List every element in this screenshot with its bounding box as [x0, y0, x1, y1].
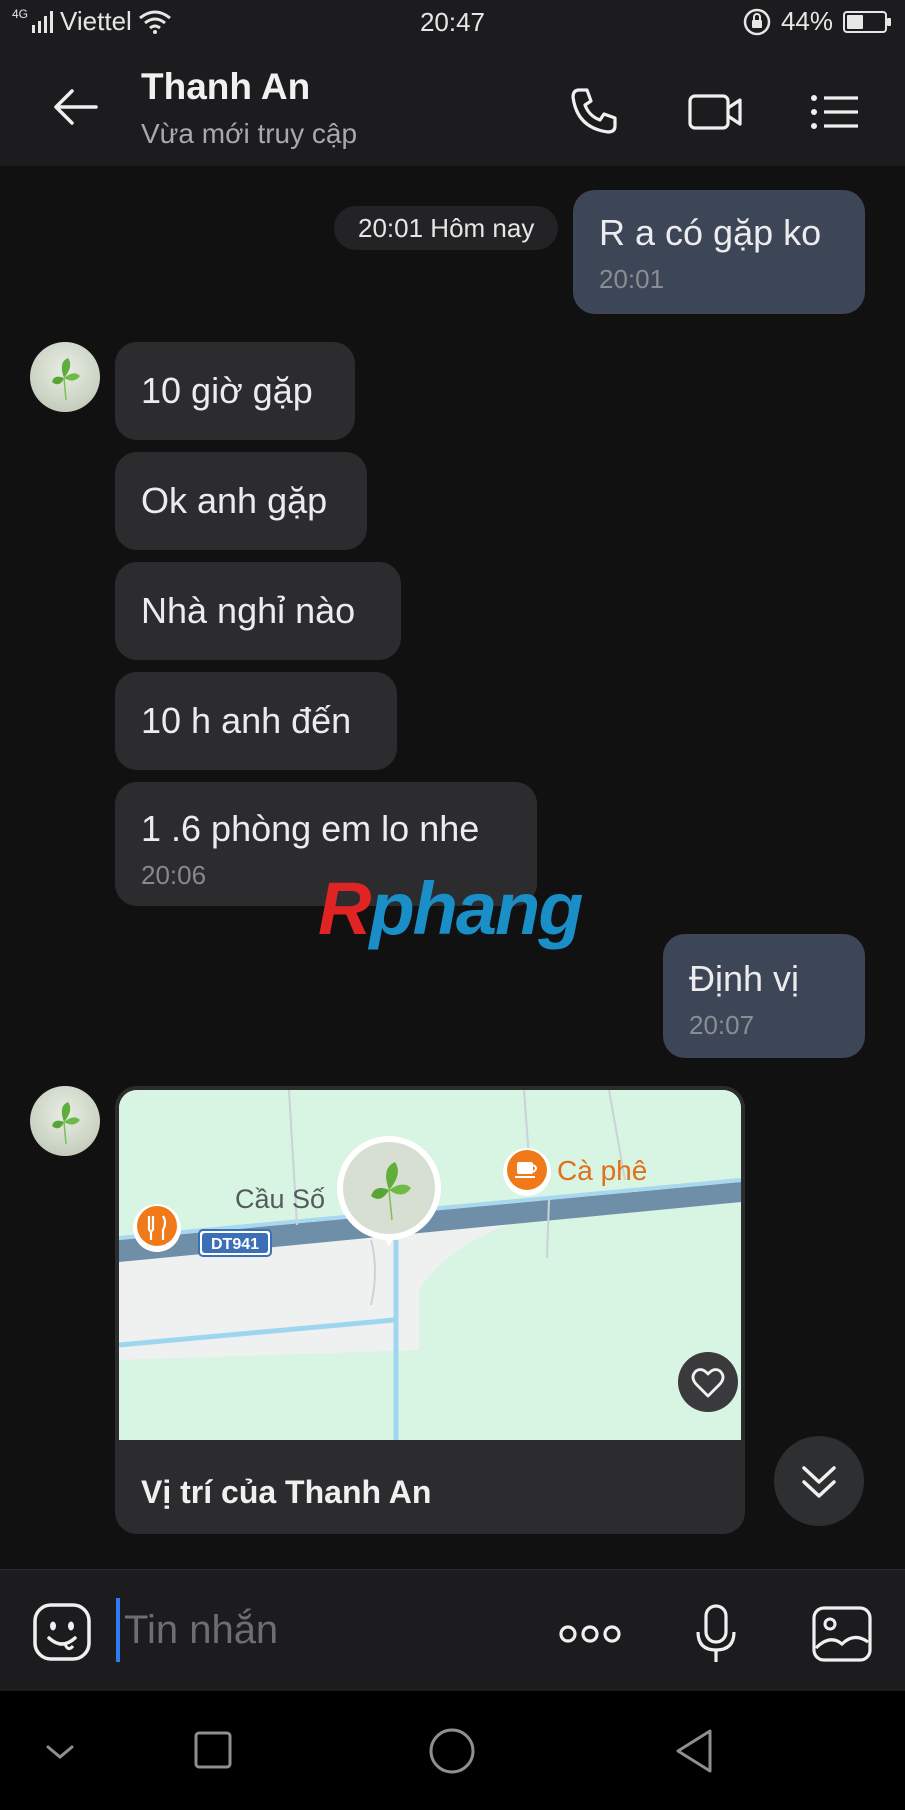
phone-icon	[571, 88, 617, 134]
clover-avatar-icon	[52, 358, 80, 401]
message-text: Ok anh gặp	[141, 480, 328, 521]
map-graphic: DT941 Cầu Số Cà phê	[119, 1090, 741, 1440]
chat-header: Thanh An Vừa mới truy cập	[0, 44, 905, 166]
location-card[interactable]: DT941 Cầu Số Cà phê Vị trí của Thanh An	[115, 1086, 745, 1534]
back-button[interactable]	[50, 82, 110, 132]
chevron-down-icon	[46, 1745, 74, 1759]
contact-name[interactable]: Thanh An	[141, 66, 310, 108]
square-icon	[194, 1731, 232, 1769]
message-text: Nhà nghỉ nào	[141, 590, 356, 631]
nav-back-button[interactable]	[664, 1721, 724, 1781]
message-bubble-out[interactable]: Định vị 20:07	[663, 934, 865, 1058]
message-text: 10 giờ gặp	[141, 370, 313, 411]
microphone-icon	[696, 1604, 736, 1662]
avatar[interactable]	[30, 342, 100, 412]
emoji-button[interactable]	[32, 1602, 92, 1662]
back-arrow-icon	[54, 89, 98, 125]
message-bubble-in[interactable]: Nhà nghỉ nào	[115, 562, 401, 660]
message-text: Định vị	[689, 958, 800, 999]
status-bar: 4G Viettel 20:47 44%	[0, 0, 905, 44]
triangle-back-icon	[676, 1729, 712, 1773]
call-button[interactable]	[565, 84, 621, 140]
nav-hide-button[interactable]	[30, 1721, 90, 1781]
message-bubble-in[interactable]: 10 giờ gặp	[115, 342, 355, 440]
message-bubble-out[interactable]: R a có gặp ko 20:01	[573, 190, 865, 314]
image-icon	[812, 1606, 872, 1662]
list-menu-icon	[811, 95, 858, 129]
react-button[interactable]	[678, 1352, 738, 1412]
message-time: 20:07	[689, 1010, 755, 1040]
location-map[interactable]: DT941 Cầu Số Cà phê	[119, 1090, 741, 1440]
message-bubble-in[interactable]: 10 h anh đến	[115, 672, 397, 770]
emoji-icon	[33, 1603, 91, 1661]
voice-message-button[interactable]	[684, 1602, 748, 1666]
place-label: Cầu Số	[235, 1184, 325, 1214]
message-input-bar	[0, 1569, 905, 1691]
rotation-lock-icon	[743, 8, 771, 35]
video-camera-icon	[688, 94, 742, 130]
message-text: 1 .6 phòng em lo nhe	[141, 808, 480, 849]
date-chip: 20:01 Hôm nay	[334, 206, 559, 250]
nav-recents-button[interactable]	[184, 1721, 244, 1781]
avatar[interactable]	[30, 1086, 100, 1156]
system-nav-bar	[0, 1691, 905, 1810]
nav-home-button[interactable]	[422, 1721, 482, 1781]
message-bubble-in[interactable]: Ok anh gặp	[115, 452, 367, 550]
road-label: DT941	[211, 1236, 259, 1253]
more-dots-icon	[559, 1625, 621, 1643]
send-image-button[interactable]	[810, 1602, 874, 1666]
watermark-logo: Rphang	[318, 867, 583, 950]
double-chevron-down-icon	[802, 1466, 836, 1498]
message-time: 20:01	[599, 264, 665, 294]
battery-icon	[843, 10, 891, 33]
scroll-to-bottom-button[interactable]	[774, 1436, 864, 1526]
circle-icon	[429, 1728, 475, 1774]
message-text: R a có gặp ko	[599, 212, 822, 253]
chat-options-button[interactable]	[808, 84, 864, 140]
heart-icon	[691, 1368, 725, 1398]
video-call-button[interactable]	[686, 84, 746, 140]
message-text: 10 h anh đến	[141, 700, 352, 741]
poi-label: Cà phê	[557, 1155, 647, 1186]
battery-percent: 44%	[780, 6, 833, 36]
more-options-button[interactable]	[558, 1602, 622, 1666]
location-label: Vị trí của Thanh An	[141, 1474, 432, 1510]
chat-area[interactable]: 20:01 Hôm nay R a có gặp ko 20:01 10 giờ…	[0, 166, 905, 1569]
message-input[interactable]	[116, 1598, 516, 1662]
contact-status: Vừa mới truy cập	[141, 118, 358, 149]
clover-avatar-icon	[52, 1102, 80, 1145]
